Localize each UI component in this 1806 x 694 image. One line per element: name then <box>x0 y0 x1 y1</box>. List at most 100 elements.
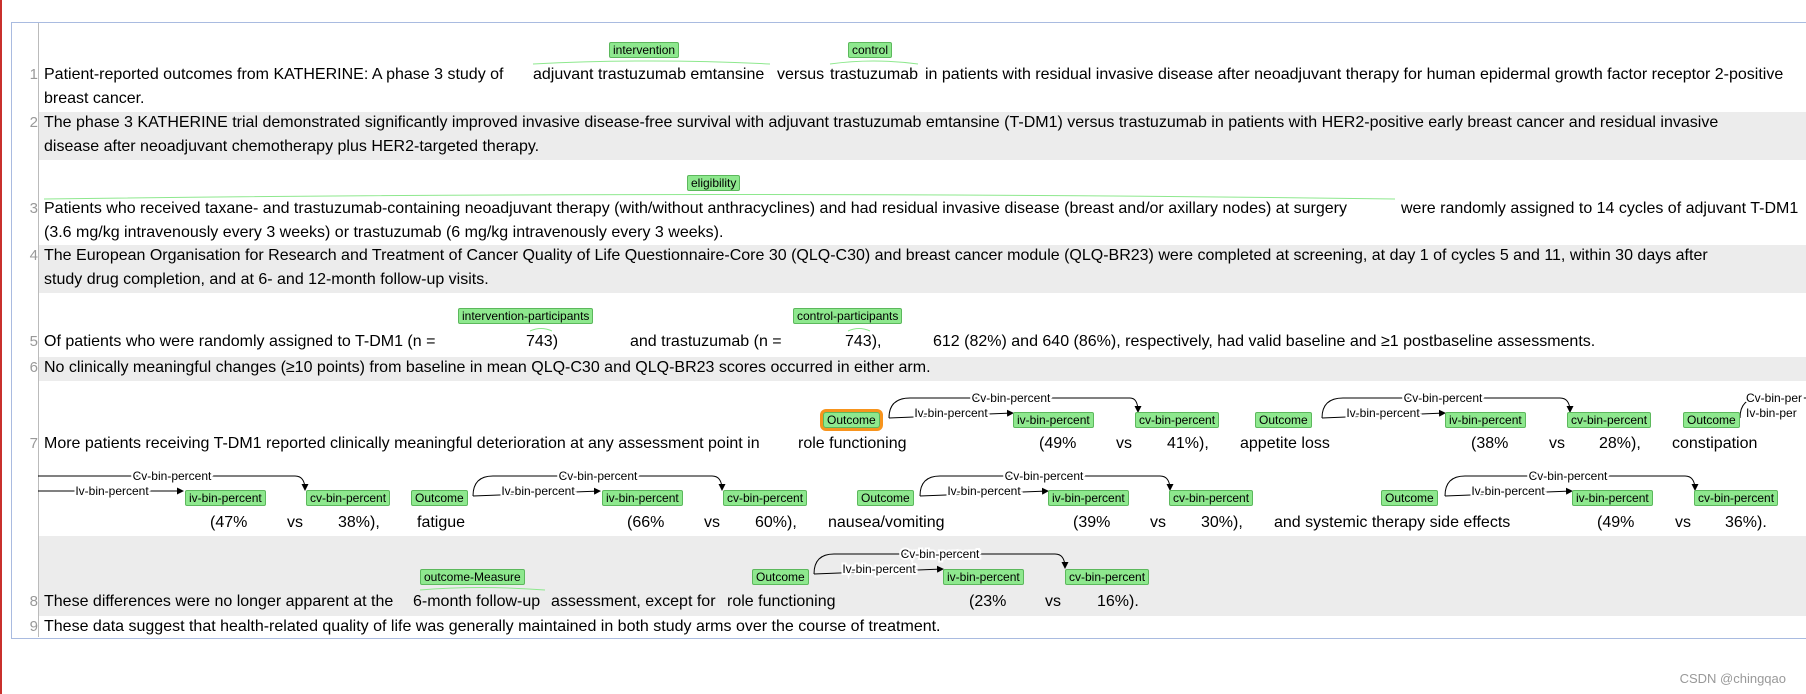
entity-tag-iv-bin-percent[interactable]: iv-bin-percent <box>1572 490 1653 506</box>
text-span[interactable]: study drug completion, and at 6- and 12-… <box>44 271 489 289</box>
entity-tag-outcome[interactable]: Outcome <box>1255 412 1312 428</box>
entity-tag-outcome[interactable]: Outcome <box>411 490 468 506</box>
relation-label-cv: Cv-bin-percent <box>559 469 638 483</box>
span-curly-outcome-measure <box>419 587 546 591</box>
entity-span-cv-value[interactable]: 41%), <box>1167 435 1209 453</box>
entity-span-control-participants[interactable]: 743), <box>845 333 881 351</box>
span-curly-cv-participants <box>847 328 871 332</box>
relation-label-cv: Cv-bin-percent <box>1529 469 1608 483</box>
entity-tag-outcome[interactable]: Outcome <box>752 569 809 585</box>
relation-label-cv: Cv-bin-percent <box>1404 391 1483 405</box>
entity-span-cv-value[interactable]: 30%), <box>1201 514 1243 532</box>
entity-tag-outcome-measure[interactable]: outcome-Measure <box>420 569 525 585</box>
entity-span-cv-value[interactable]: 38%), <box>338 514 380 532</box>
relation-label-iv: Iv-bin-percent <box>501 484 575 498</box>
entity-tag-outcome-selected[interactable]: Outcome <box>823 412 880 428</box>
entity-tag-iv-bin-percent[interactable]: iv-bin-percent <box>602 490 683 506</box>
entity-tag-cv-bin-percent[interactable]: cv-bin-percent <box>723 490 808 506</box>
entity-span-cv-value[interactable]: 16%). <box>1097 593 1139 611</box>
entity-span-iv-value[interactable]: (49% <box>1597 514 1634 532</box>
text-span[interactable]: Patient-reported outcomes from KATHERINE… <box>44 66 503 84</box>
entity-tag-intervention-participants[interactable]: intervention-participants <box>458 308 594 324</box>
entity-span-intervention[interactable]: adjuvant trastuzumab emtansine <box>533 66 764 84</box>
watermark: CSDN @chingqao <box>1679 671 1786 686</box>
text-span[interactable]: disease after neoadjuvant chemotherapy p… <box>44 138 539 156</box>
entity-tag-iv-bin-percent[interactable]: iv-bin-percent <box>1048 490 1129 506</box>
entity-span-cv-value[interactable]: 60%), <box>755 514 797 532</box>
entity-span-outcome-measure[interactable]: 6-month follow-up <box>413 593 540 611</box>
entity-span-eligibility[interactable]: Patients who received taxane- and trastu… <box>44 200 1347 218</box>
text-span[interactable]: Of patients who were randomly assigned t… <box>44 333 435 351</box>
entity-span-outcome[interactable]: nausea/vomiting <box>828 514 945 532</box>
relation-label-cv: Cv-bin-percent <box>133 469 212 483</box>
entity-tag-iv-bin-percent[interactable]: iv-bin-percent <box>1013 412 1094 428</box>
entity-span-iv-value[interactable]: (39% <box>1073 514 1110 532</box>
text-span[interactable]: vs <box>1116 435 1132 453</box>
span-curly-intervention <box>532 60 771 65</box>
entity-span-cv-value[interactable]: 36%). <box>1725 514 1767 532</box>
entity-tag-control[interactable]: control <box>848 42 893 58</box>
entity-span-cv-value[interactable]: 28%), <box>1599 435 1641 453</box>
entity-tag-cv-bin-percent[interactable]: cv-bin-percent <box>1694 490 1779 506</box>
relation-label-iv: Iv-bin-percent <box>947 484 1021 498</box>
text-span[interactable]: vs <box>287 514 303 532</box>
text-span[interactable]: No clinically meaningful changes (≥10 po… <box>44 359 931 377</box>
entity-tag-cv-bin-percent[interactable]: cv-bin-percent <box>1169 490 1254 506</box>
text-span[interactable]: These data suggest that health-related q… <box>44 618 941 636</box>
entity-span-iv-value[interactable]: (38% <box>1471 435 1508 453</box>
entity-span-outcome[interactable]: fatigue <box>417 514 465 532</box>
entity-span-outcome[interactable]: and systemic therapy side effects <box>1274 514 1510 532</box>
relation-label-iv: Iv-bin-per <box>1746 406 1797 420</box>
entity-tag-iv-bin-percent[interactable]: iv-bin-percent <box>1445 412 1526 428</box>
entity-span-outcome[interactable]: role functioning <box>798 435 907 453</box>
relation-label-iv: Iv-bin-percent <box>1346 406 1420 420</box>
relation-label-cv: Cv-bin-percent <box>972 391 1051 405</box>
entity-span-intervention-participants[interactable]: 743) <box>526 333 558 351</box>
text-span[interactable]: vs <box>1675 514 1691 532</box>
text-span[interactable]: (3.6 mg/kg intravenously every 3 weeks) … <box>44 224 723 242</box>
span-curly-iv-participants <box>529 328 553 332</box>
entity-span-iv-value[interactable]: (49% <box>1039 435 1076 453</box>
entity-span-iv-value[interactable]: (66% <box>627 514 664 532</box>
relation-label-iv: Iv-bin-percent <box>914 406 988 420</box>
entity-tag-outcome[interactable]: Outcome <box>1683 412 1740 428</box>
entity-tag-cv-bin-percent[interactable]: cv-bin-percent <box>1065 569 1150 585</box>
text-span[interactable]: 612 (82%) and 640 (86%), respectively, h… <box>933 333 1595 351</box>
entity-tag-iv-bin-percent[interactable]: iv-bin-percent <box>943 569 1024 585</box>
entity-tag-outcome[interactable]: Outcome <box>1381 490 1438 506</box>
text-span[interactable]: vs <box>1045 593 1061 611</box>
text-span[interactable]: vs <box>704 514 720 532</box>
relation-label-iv: Iv-bin-percent <box>1471 484 1545 498</box>
text-span[interactable]: vs <box>1150 514 1166 532</box>
entity-span-iv-value[interactable]: (23% <box>969 593 1006 611</box>
text-span[interactable]: assessment, except for <box>551 593 716 611</box>
entity-tag-cv-bin-percent[interactable]: cv-bin-percent <box>306 490 391 506</box>
text-span[interactable]: were randomly assigned to 14 cycles of a… <box>1401 200 1798 218</box>
entity-span-iv-value[interactable]: (47% <box>210 514 247 532</box>
text-span[interactable]: These differences were no longer apparen… <box>44 593 393 611</box>
text-span[interactable]: The phase 3 KATHERINE trial demonstrated… <box>44 114 1718 132</box>
text-span[interactable]: and trastuzumab (n = <box>630 333 782 351</box>
text-span[interactable]: versus <box>777 66 824 84</box>
entity-tag-cv-bin-percent[interactable]: cv-bin-percent <box>1135 412 1220 428</box>
entity-tag-intervention[interactable]: intervention <box>609 42 680 58</box>
relation-label-iv: Iv-bin-percent <box>75 484 149 498</box>
entity-span-control[interactable]: trastuzumab <box>830 66 918 84</box>
entity-tag-iv-bin-percent[interactable]: iv-bin-percent <box>185 490 266 506</box>
text-span[interactable]: More patients receiving T-DM1 reported c… <box>44 435 760 453</box>
entity-tag-eligibility[interactable]: eligibility <box>687 175 741 191</box>
span-curly-control <box>829 60 919 65</box>
relation-label-iv: Iv-bin-percent <box>842 562 916 576</box>
relation-label-cv: Cv-bin-percent <box>901 547 980 561</box>
text-span[interactable]: The European Organisation for Research a… <box>44 247 1708 265</box>
entity-span-outcome[interactable]: constipation <box>1672 435 1757 453</box>
entity-tag-cv-bin-percent[interactable]: cv-bin-percent <box>1567 412 1652 428</box>
entity-span-outcome[interactable]: appetite loss <box>1240 435 1330 453</box>
text-span[interactable]: in patients with residual invasive disea… <box>925 66 1783 84</box>
entity-tag-control-participants[interactable]: control-participants <box>793 308 903 324</box>
text-span[interactable]: vs <box>1549 435 1565 453</box>
relation-label-cv: Cv-bin-per <box>1746 391 1802 405</box>
entity-tag-outcome[interactable]: Outcome <box>857 490 914 506</box>
entity-span-outcome[interactable]: role functioning <box>727 593 836 611</box>
text-span[interactable]: breast cancer. <box>44 90 145 108</box>
